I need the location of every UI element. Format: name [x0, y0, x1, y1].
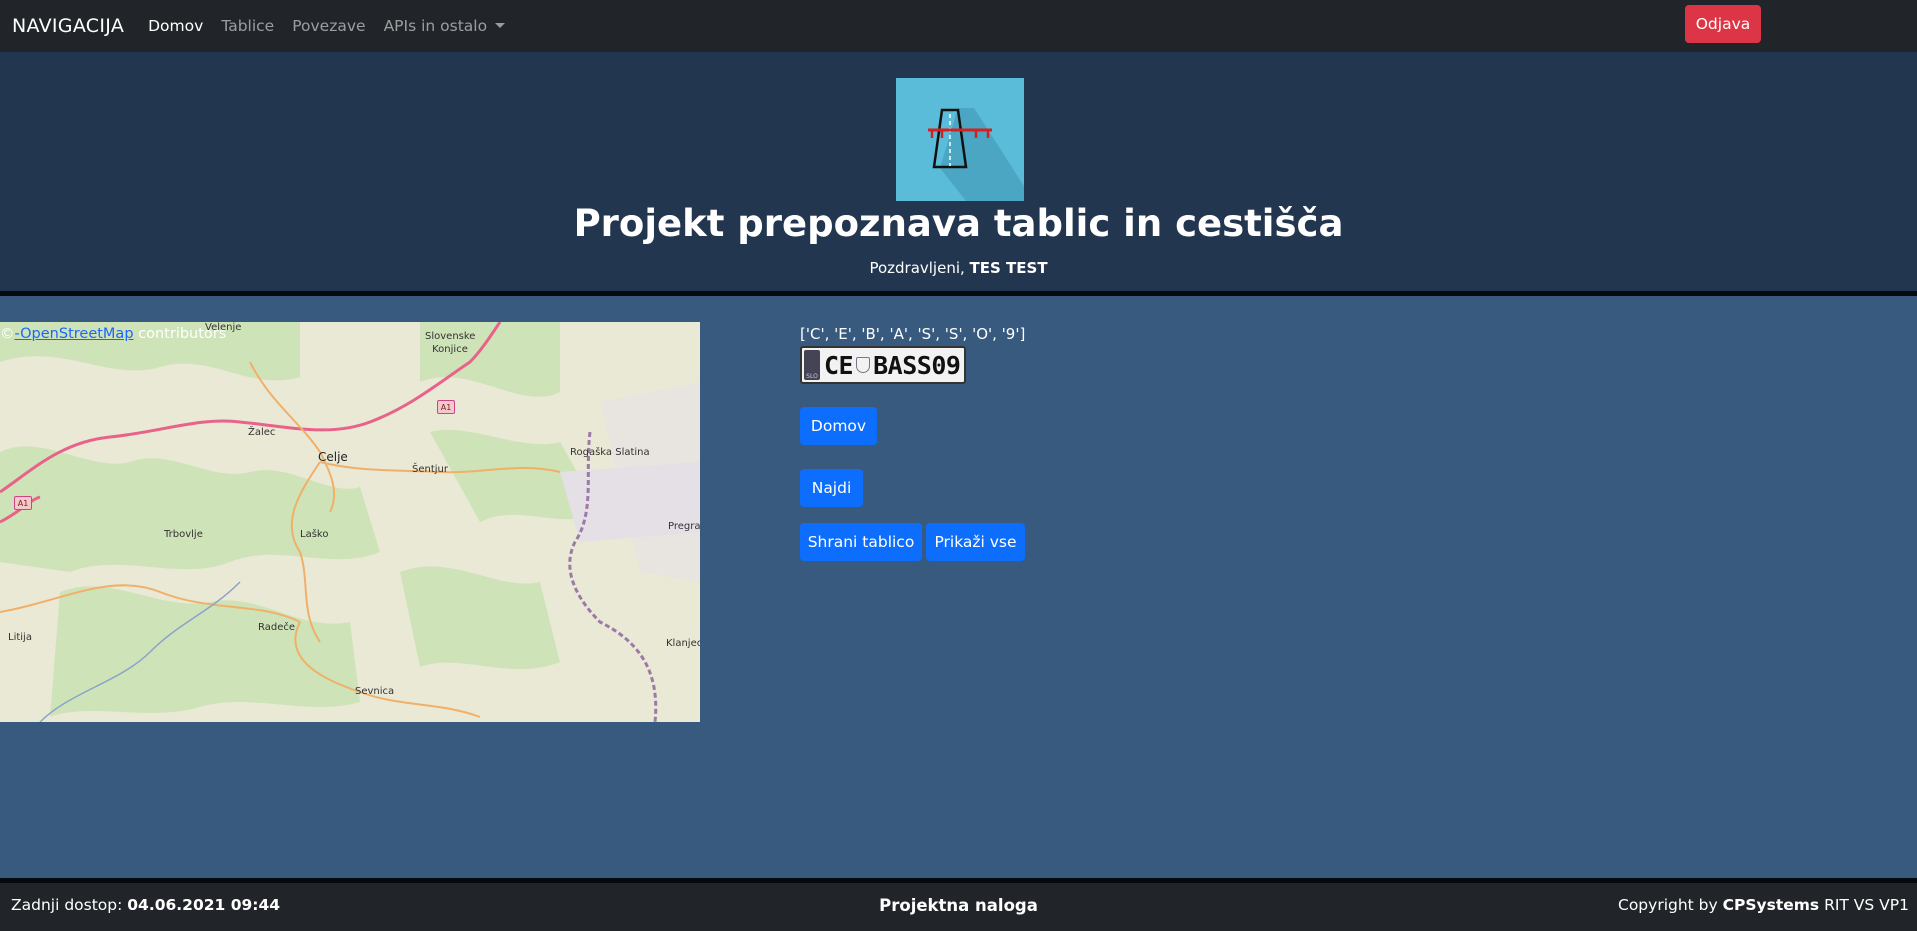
copyright-company: CPSystems [1722, 896, 1820, 914]
map-attribution-symbol: © [0, 326, 15, 342]
map-place-celje: Celje [318, 450, 348, 464]
greeting-prefix: Pozdravljeni, [869, 259, 970, 277]
map-place-sentjur: Šentjur [412, 464, 448, 475]
caret-down-icon [495, 23, 506, 28]
logout-button[interactable]: Odjava [1685, 5, 1761, 43]
nav-item-apis-label: APIs in ostalo [383, 17, 488, 35]
navbar: NAVIGACIJA Domov Tablice Povezave APIs i… [0, 0, 1917, 52]
map-attribution: ©-OpenStreetMap contributors [0, 326, 226, 342]
road-shield-a1: A1 [437, 400, 455, 414]
nav-item-tablice[interactable]: Tablice [221, 17, 274, 35]
copyright: Copyright by CPSystems RIT VS VP1 [1618, 896, 1909, 914]
map-place-sevnica: Sevnica [355, 686, 395, 697]
map-place-klanjec: Klanjec [666, 638, 700, 649]
copyright-suffix: RIT VS VP1 [1819, 896, 1909, 914]
nav-item-povezave[interactable]: Povezave [292, 17, 365, 35]
map-place-zalec: Žalec [248, 427, 276, 438]
map-tiles [0, 322, 700, 722]
plate-country-badge: SLO [804, 350, 820, 380]
map-place-pregrada: Pregra [668, 521, 700, 532]
user-name: TES TEST [969, 259, 1048, 277]
page-title: Projekt prepoznava tablic in cestišča [573, 202, 1344, 245]
map-place-slovenske-konjice: Slovenske Konjice [425, 331, 476, 355]
map-place-litija: Litija [8, 632, 32, 643]
navbar-brand[interactable]: NAVIGACIJA [12, 15, 124, 37]
road-icon [896, 78, 1024, 201]
recognized-characters: ['C', 'E', 'B', 'A', 'S', 'S', 'O', '9'] [800, 325, 1026, 343]
footer: Zadnji dostop: 04.06.2021 09:44 Projektn… [0, 878, 1917, 931]
map-view[interactable]: ©-OpenStreetMap contributors Velenje Slo… [0, 322, 700, 722]
openstreetmap-link[interactable]: -OpenStreetMap [15, 326, 134, 342]
map-place-rogaska-slatina: Rogaška Slatina [570, 447, 650, 458]
page-header: Projekt prepoznava tablic in cestišča Po… [0, 52, 1917, 296]
home-button[interactable]: Domov [800, 407, 877, 445]
plate-text-right: BASS09 [873, 350, 961, 380]
map-place-trbovlje: Trbovlje [164, 529, 203, 540]
road-shield-a1: A1 [14, 496, 32, 510]
save-plate-button[interactable]: Shrani tablico [800, 523, 922, 561]
map-place-radece: Radeče [258, 622, 296, 633]
map-place-lasko: Laško [300, 529, 329, 540]
find-button[interactable]: Najdi [800, 469, 863, 507]
plate-crest-icon [856, 357, 871, 373]
greeting: Pozdravljeni, TES TEST [0, 259, 1917, 277]
plate-text-left: CE [824, 350, 854, 380]
license-plate-image: SLO CE BASS09 [800, 346, 966, 384]
nav-item-apis-dropdown[interactable]: APIs in ostalo [384, 17, 506, 35]
map-place-velenje: Velenje [205, 322, 242, 333]
copyright-prefix: Copyright by [1618, 896, 1723, 914]
show-all-button[interactable]: Prikaži vse [926, 523, 1025, 561]
nav-item-domov[interactable]: Domov [148, 17, 203, 35]
